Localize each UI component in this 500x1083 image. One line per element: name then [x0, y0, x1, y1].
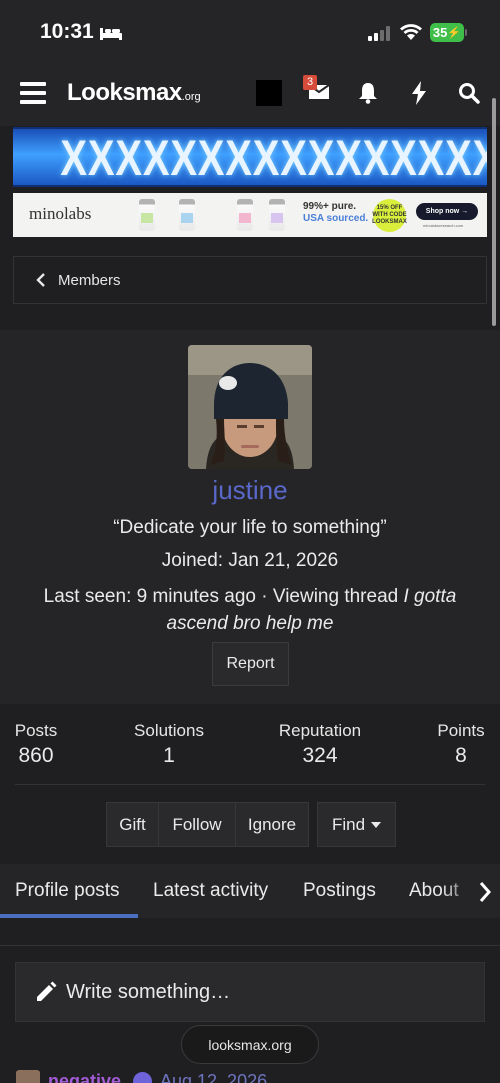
profile-tabs: Profile posts Latest activity Postings A…: [0, 864, 500, 918]
profile-tagline: “Dedicate your life to something”: [113, 517, 387, 538]
page-scrollbar[interactable]: [492, 98, 496, 326]
ad-purity-text: 99%+ pure. USA sourced.: [303, 201, 368, 225]
charging-bolt-icon: ⚡: [447, 27, 462, 39]
ad-shop-now-button[interactable]: Shop now →: [416, 203, 478, 220]
stat-value: 8: [455, 744, 467, 767]
profile-post-preview: negative Aug 12, 2026: [0, 1066, 500, 1083]
profile-card: justine “Dedicate your life to something…: [0, 330, 500, 704]
battery-tip: [465, 29, 467, 36]
vial-image: [179, 199, 195, 231]
banner-ad-text: XXXXXXXXXXXXXXXXXXING: [60, 130, 487, 186]
section-divider: [0, 945, 500, 946]
last-seen-text: Last seen: 9 minutes ago · Viewing threa…: [43, 586, 404, 607]
ad-pure-line1: 99%+ pure.: [303, 201, 357, 212]
ad-brand: minolabs: [29, 204, 92, 223]
site-logo[interactable]: Looksmax.org: [67, 79, 201, 107]
profile-actions: Gift Follow Ignore Find: [106, 802, 396, 847]
stat-value: 324: [302, 744, 338, 767]
stat-points[interactable]: Points 8: [434, 721, 488, 768]
post-author-name[interactable]: negative: [48, 1071, 121, 1083]
bell-icon[interactable]: [358, 82, 378, 104]
banner-ad[interactable]: XXXXXXXXXXXXXXXXXXING: [13, 127, 487, 187]
browser-url-pill[interactable]: looksmax.org: [181, 1025, 319, 1064]
write-something-box[interactable]: Write something…: [15, 962, 485, 1022]
tab-postings[interactable]: Postings: [303, 880, 376, 902]
profile-last-seen: Last seen: 9 minutes ago · Viewing threa…: [30, 583, 470, 637]
ad-discount-badge: 15% OFF WITH CODE LOOKSMAX: [372, 199, 407, 232]
breadcrumb-label: Members: [58, 271, 121, 289]
verified-badge-icon: [133, 1072, 152, 1083]
stat-reputation[interactable]: Reputation 324: [272, 721, 368, 768]
stat-value: 1: [163, 744, 175, 767]
sleep-focus-icon: [100, 28, 122, 40]
stat-label: Reputation: [278, 721, 362, 740]
tab-latest-activity[interactable]: Latest activity: [153, 880, 268, 902]
minolabs-ad[interactable]: minolabs 99%+ pure. USA sourced. 15% OFF…: [13, 193, 487, 237]
stats-divider: [15, 784, 485, 785]
stat-label: Points: [437, 721, 485, 740]
profile-stats: Posts 860 Solutions 1 Reputation 324 Poi…: [0, 704, 500, 864]
ad-url: minolabsresearch.com: [423, 223, 464, 228]
lightning-icon[interactable]: [410, 81, 428, 105]
vial-image: [237, 199, 253, 231]
profile-username[interactable]: justine: [0, 475, 500, 506]
logo-suffix: .org: [181, 91, 201, 103]
gift-button[interactable]: Gift: [106, 802, 159, 847]
vial-image: [269, 199, 285, 231]
logo-main: Looksmax: [67, 79, 182, 106]
write-something-placeholder: Write something…: [66, 980, 231, 1003]
stat-label: Solutions: [134, 721, 204, 740]
active-tab-indicator: [0, 914, 138, 918]
status-time: 10:31: [40, 20, 94, 43]
inbox-badge: 3: [303, 75, 317, 90]
post-date[interactable]: Aug 12, 2026: [160, 1071, 267, 1083]
ad-pure-line2: USA sourced.: [303, 213, 369, 224]
caret-down-icon: [371, 821, 382, 828]
find-dropdown[interactable]: Find: [317, 802, 396, 847]
cellular-signal-icon: [368, 26, 390, 41]
tab-profile-posts[interactable]: Profile posts: [15, 880, 120, 902]
battery-level: 35: [432, 25, 448, 40]
stat-value: 860: [18, 744, 54, 767]
menu-icon[interactable]: [20, 82, 46, 104]
wifi-icon: [400, 24, 422, 40]
user-avatar-thumb[interactable]: [256, 80, 282, 106]
profile-joined: Joined: Jan 21, 2026: [161, 550, 339, 571]
post-author-avatar[interactable]: [16, 1070, 40, 1083]
search-icon[interactable]: [458, 82, 480, 104]
pencil-icon: [35, 981, 57, 1003]
breadcrumb[interactable]: Members: [13, 256, 487, 304]
top-navbar: Looksmax.org 3: [0, 62, 500, 126]
stat-posts[interactable]: Posts 860: [8, 721, 64, 768]
follow-button[interactable]: Follow: [159, 802, 236, 847]
profile-avatar[interactable]: [188, 345, 312, 469]
ignore-button[interactable]: Ignore: [236, 802, 309, 847]
chevron-left-icon: [36, 273, 52, 287]
vial-image: [139, 199, 155, 231]
stat-label: Posts: [14, 721, 58, 740]
stat-solutions[interactable]: Solutions 1: [128, 721, 210, 768]
status-bar: 10:31 35 ⚡: [0, 0, 500, 62]
chevron-right-icon[interactable]: [478, 881, 494, 908]
report-button[interactable]: Report: [212, 642, 289, 686]
find-label: Find: [331, 814, 366, 834]
battery-indicator: 35 ⚡: [430, 23, 464, 42]
